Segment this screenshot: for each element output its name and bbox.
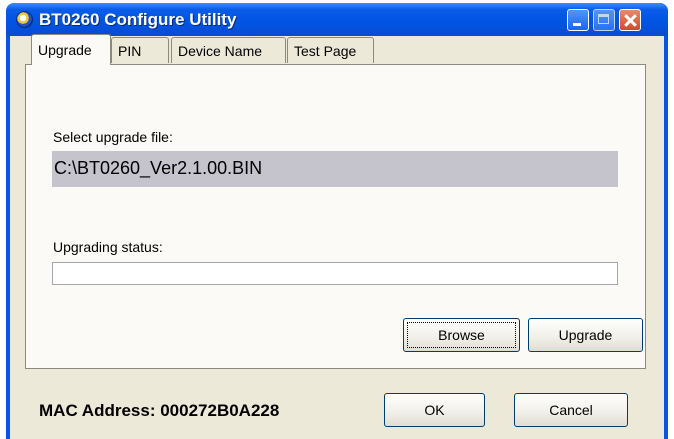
ok-button-label: OK: [424, 402, 445, 418]
tab-test-page-label: Test Page: [294, 43, 357, 59]
upgrade-progress-bar: [52, 262, 618, 285]
tab-pin-label: PIN: [118, 43, 142, 59]
window-title: BT0260 Configure Utility: [39, 10, 237, 29]
ok-button[interactable]: OK: [384, 393, 485, 427]
browse-button[interactable]: Browse: [403, 318, 520, 352]
tab-upgrade[interactable]: Upgrade: [31, 34, 111, 65]
focus-ring: [407, 322, 516, 348]
mac-address: MAC Address: 000272B0A228: [39, 401, 280, 420]
tab-upgrade-label: Upgrade: [38, 42, 92, 58]
cancel-button-label: Cancel: [549, 402, 593, 418]
upgrading-status-label: Upgrading status:: [53, 239, 163, 255]
upgrade-file-path: C:\BT0260_Ver2.1.00.BIN: [52, 151, 618, 187]
upgrade-button[interactable]: Upgrade: [528, 318, 643, 352]
close-icon[interactable]: [619, 9, 641, 31]
tab-test-page[interactable]: Test Page: [287, 37, 374, 63]
upgrade-button-label: Upgrade: [558, 327, 613, 343]
tab-device-name-label: Device Name: [178, 43, 263, 59]
title-bar[interactable]: BT0260 Configure Utility: [6, 3, 668, 36]
select-file-label: Select upgrade file:: [53, 129, 173, 145]
minimize-icon[interactable]: [567, 9, 589, 31]
tab-pin[interactable]: PIN: [111, 37, 169, 63]
tab-device-name[interactable]: Device Name: [171, 37, 286, 63]
maximize-icon: [593, 9, 615, 31]
app-icon[interactable]: [16, 11, 33, 28]
cancel-button[interactable]: Cancel: [514, 393, 628, 427]
